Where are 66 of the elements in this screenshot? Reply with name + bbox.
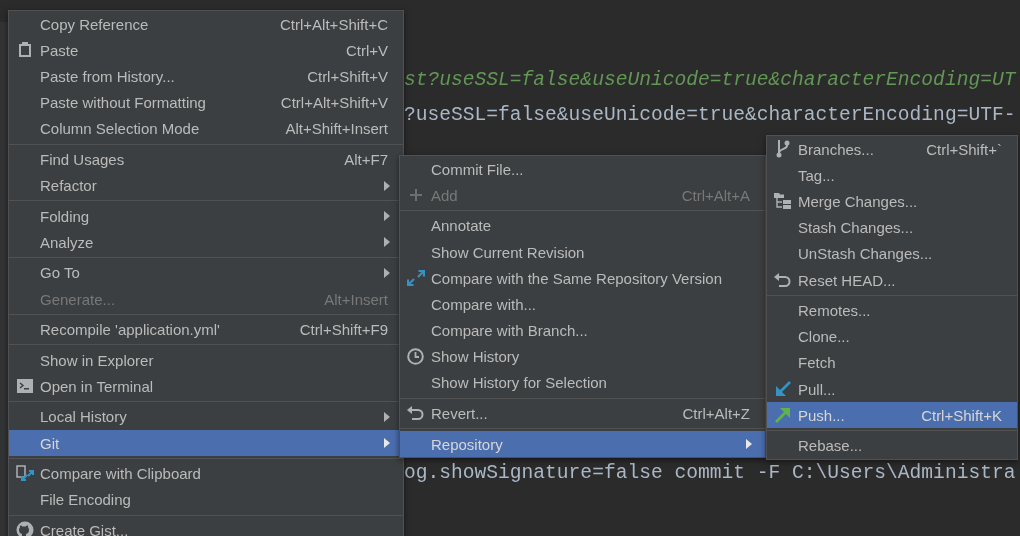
menu-item[interactable]: Compare with the Same Repository Version — [400, 265, 765, 292]
menu-item[interactable]: Pull... — [767, 376, 1017, 403]
menu-item[interactable]: Compare with Branch... — [400, 317, 765, 344]
menu-item[interactable]: Paste from History... Ctrl+Shift+V — [9, 63, 403, 90]
menu-item[interactable]: Clone... — [767, 323, 1017, 350]
shortcut-text: Ctrl+Alt+A — [681, 186, 750, 204]
shortcut-text: Alt+Shift+Insert — [285, 120, 388, 138]
shortcut-text: Ctrl+V — [345, 41, 388, 59]
branch-icon — [775, 140, 790, 159]
menu-item[interactable]: Paste without Formatting Ctrl+Alt+Shift+V — [9, 89, 403, 116]
code-line: ?useSSL=false&useUnicode=true&characterEncoding=UTF- — [404, 103, 1016, 127]
menu-item[interactable]: Analyze — [9, 229, 403, 256]
menu-item[interactable]: Go To — [9, 259, 403, 286]
code-line: st?useSSL=false&useUnicode=true&characterEncoding=UT — [404, 68, 1016, 92]
menu-item[interactable]: Create Gist... — [9, 517, 403, 536]
plus-icon — [409, 189, 422, 202]
menu-item[interactable]: Compare with... — [400, 291, 765, 318]
menu-item[interactable]: Show Current Revision — [400, 238, 765, 266]
shortcut-text: Ctrl+Shift+` — [926, 140, 1002, 158]
clock-icon — [407, 348, 424, 366]
menu-item[interactable]: Repository — [400, 431, 765, 458]
menu-item[interactable]: Commit File... — [400, 156, 765, 183]
menu-item[interactable]: Rebase... — [767, 432, 1017, 459]
compare-arrows-icon — [406, 270, 425, 287]
shortcut-text: Ctrl+Alt+Z — [682, 405, 750, 423]
pull-arrow-icon — [774, 381, 791, 398]
shortcut-text: Ctrl+Shift+V — [307, 67, 388, 85]
clipboard-icon — [17, 42, 32, 59]
shortcut-text: Alt+F7 — [344, 150, 388, 168]
menu-item[interactable]: Compare with Clipboard — [9, 460, 403, 487]
shortcut-text: Alt+Insert — [324, 290, 388, 308]
menu-item[interactable]: Revert... Ctrl+Alt+Z — [400, 400, 765, 427]
shortcut-text: Ctrl+Shift+F9 — [299, 321, 388, 339]
menu-item[interactable]: Copy Reference Ctrl+Alt+Shift+C — [9, 11, 403, 38]
shortcut-text: Ctrl+Shift+K — [921, 406, 1002, 424]
menu-item[interactable]: Open in Terminal — [9, 373, 403, 400]
menu-item[interactable]: Find Usages Alt+F7 — [9, 146, 403, 173]
menu-item[interactable]: Annotate — [400, 212, 765, 239]
menu-item[interactable]: Remotes... — [767, 297, 1017, 324]
menu-item[interactable]: File Encoding — [9, 486, 403, 513]
menu-item[interactable]: Folding — [9, 203, 403, 230]
menu-item[interactable]: Stash Changes... — [767, 214, 1017, 241]
folder-tree-icon — [773, 193, 792, 210]
push-arrow-icon — [774, 407, 791, 424]
menu-item[interactable]: Push... Ctrl+Shift+K — [767, 402, 1017, 429]
menu-item[interactable]: Branches... Ctrl+Shift+` — [767, 136, 1017, 163]
menu-item[interactable]: Fetch — [767, 349, 1017, 377]
menu-item[interactable]: Show in Explorer — [9, 347, 403, 374]
menu-item[interactable]: Show History for Selection — [400, 369, 765, 397]
menu-item[interactable]: Local History — [9, 403, 403, 431]
menu-item[interactable]: Reset HEAD... — [767, 266, 1017, 294]
undo-arrow-icon — [407, 406, 424, 422]
menu-item[interactable]: Merge Changes... — [767, 188, 1017, 215]
menu-item[interactable]: Tag... — [767, 162, 1017, 189]
menu-item[interactable]: Recompile 'application.yml' Ctrl+Shift+F9 — [9, 316, 403, 343]
menu-item[interactable]: Show History — [400, 343, 765, 370]
menu-item[interactable]: Refactor — [9, 172, 403, 199]
shortcut-text: Ctrl+Alt+Shift+V — [280, 94, 388, 112]
shortcut-text: Ctrl+Alt+Shift+C — [280, 15, 388, 33]
menu-item[interactable]: Paste Ctrl+V — [9, 37, 403, 64]
terminal-icon — [16, 379, 33, 394]
compare-clipboard-icon — [15, 464, 34, 483]
code-line: og.showSignature=false commit -F C:\Users\Administra — [404, 461, 1016, 485]
menu-item[interactable]: UnStash Changes... — [767, 240, 1017, 267]
menu-item[interactable]: Column Selection Mode Alt+Shift+Insert — [9, 115, 403, 142]
undo-arrow-icon — [774, 272, 791, 288]
